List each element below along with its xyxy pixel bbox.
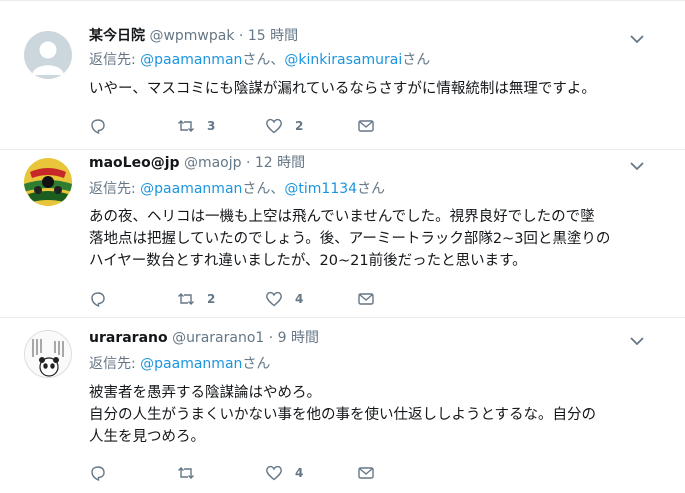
retweet-icon (178, 293, 194, 305)
display-name[interactable]: urararano (89, 330, 168, 346)
reply-mid: さん、 (242, 181, 285, 197)
tweet-header: maoLeo@jp @maojp · 12 時間 (89, 153, 305, 173)
like-button[interactable]: 2 (265, 116, 303, 136)
avatar-soccer-ball[interactable] (24, 158, 72, 206)
reply-button[interactable] (89, 116, 107, 136)
action-bar: 4 (89, 463, 649, 483)
reply-prefix: 返信先: (89, 356, 141, 372)
reply-button[interactable] (89, 463, 107, 483)
user-handle[interactable]: @wpmwpak (149, 28, 234, 44)
timestamp[interactable]: 15 時間 (248, 28, 298, 44)
timestamp[interactable]: 9 時間 (278, 330, 319, 346)
retweet-button[interactable] (177, 463, 195, 483)
like-count: 4 (295, 292, 304, 306)
separator-dot: · (238, 28, 244, 44)
action-bar: 2 4 (89, 289, 649, 309)
reply-icon (91, 292, 105, 308)
reply-prefix: 返信先: (89, 52, 141, 68)
tweet-text-line: あの夜、ヘリコは一機も上空は飛んでいませんでした。視界良好でしたので墜 (89, 209, 595, 225)
retweet-icon (178, 467, 194, 479)
like-button[interactable]: 4 (265, 463, 303, 483)
reply-suffix: さん (357, 181, 386, 197)
reply-suffix: さん (402, 52, 431, 68)
dm-button[interactable] (357, 463, 375, 483)
tweet-text: いやー、マスコミにも陰謀が漏れているならさすがに情報統制は無理ですよ。 (89, 78, 659, 100)
reply-button[interactable] (89, 289, 107, 309)
tweet-text-line: いやー、マスコミにも陰謀が漏れているならさすがに情報統制は無理ですよ。 (89, 81, 596, 97)
avatar-default[interactable] (24, 31, 72, 79)
reply-prefix: 返信先: (89, 181, 141, 197)
like-button[interactable]: 4 (265, 289, 303, 309)
action-bar: 3 2 (89, 116, 649, 136)
user-handle[interactable]: @maojp (184, 155, 242, 171)
reply-to-line: 返信先: @paamanmanさん (89, 354, 270, 374)
like-icon (266, 118, 282, 134)
tweet-text-line: 自分の人生がうまくいかない事を他の事を使い仕返ししようとするな。自分の (89, 407, 597, 423)
dm-button[interactable] (357, 289, 375, 309)
timestamp[interactable]: 12 時間 (255, 155, 305, 171)
tweet-text: 被害者を愚弄する陰謀論はやめろ。 自分の人生がうまくいかない事を他の事を使い仕返… (89, 382, 659, 448)
separator-dot: · (268, 330, 274, 346)
chevron-down-icon[interactable] (628, 157, 646, 175)
tweet-text: あの夜、ヘリコは一機も上空は飛んでいませんでした。視界良好でしたので墜 落地点は… (89, 206, 659, 272)
reply-user-link[interactable]: @paamanman (140, 356, 242, 372)
reply-mid: さん、 (242, 52, 285, 68)
like-count: 4 (295, 466, 304, 480)
chevron-down-icon[interactable] (628, 30, 646, 48)
like-icon (266, 465, 282, 481)
tweet-text-line: 落地点は把握していたのでしょう。後、アーミートラック部隊2~3回と黒塗りの (89, 231, 611, 247)
dm-button[interactable] (357, 116, 375, 136)
dm-icon (358, 120, 374, 132)
reply-icon (91, 119, 105, 135)
avatar-illustration[interactable] (24, 330, 72, 378)
display-name[interactable]: 某今日院 (89, 28, 145, 44)
retweet-count: 3 (207, 119, 216, 133)
retweet-icon (178, 120, 194, 132)
retweet-button[interactable]: 2 (177, 289, 215, 309)
dm-icon (358, 293, 374, 305)
reply-to-line: 返信先: @paamanmanさん、@kinkirasamuraiさん (89, 50, 430, 70)
reply-user-link[interactable]: @paamanman (140, 181, 242, 197)
tweet-header: urararano @urararano1 · 9 時間 (89, 328, 319, 348)
tweet-2[interactable]: maoLeo@jp @maojp · 12 時間 返信先: @paamanman… (0, 150, 685, 318)
reply-to-line: 返信先: @paamanmanさん、@tim1134さん (89, 179, 385, 199)
reply-icon (91, 466, 105, 482)
tweet-text-line: 人生を見つめろ。 (89, 429, 205, 445)
tweet-3[interactable]: urararano @urararano1 · 9 時間 返信先: @paama… (0, 318, 685, 493)
reply-user-link[interactable]: @tim1134 (284, 181, 357, 197)
reply-user-link[interactable]: @kinkirasamurai (284, 52, 402, 68)
retweet-button[interactable]: 3 (177, 116, 215, 136)
reply-user-link[interactable]: @paamanman (140, 52, 242, 68)
tweet-text-line: ハイヤー数台とすれ違いましたが、20~21前後だったと思います。 (89, 253, 527, 269)
dm-icon (358, 467, 374, 479)
tweet-text-line: 被害者を愚弄する陰謀論はやめろ。 (89, 385, 321, 401)
like-icon (266, 291, 282, 307)
like-count: 2 (295, 119, 304, 133)
chevron-down-icon[interactable] (628, 332, 646, 350)
tweet-1[interactable]: 某今日院 @wpmwpak · 15 時間 返信先: @paamanmanさん、… (0, 0, 685, 150)
retweet-count: 2 (207, 292, 216, 306)
user-handle[interactable]: @urararano1 (172, 330, 264, 346)
reply-mid: さん (242, 356, 271, 372)
tweet-header: 某今日院 @wpmwpak · 15 時間 (89, 26, 298, 46)
separator-dot: · (245, 155, 251, 171)
display-name[interactable]: maoLeo@jp (89, 155, 180, 171)
